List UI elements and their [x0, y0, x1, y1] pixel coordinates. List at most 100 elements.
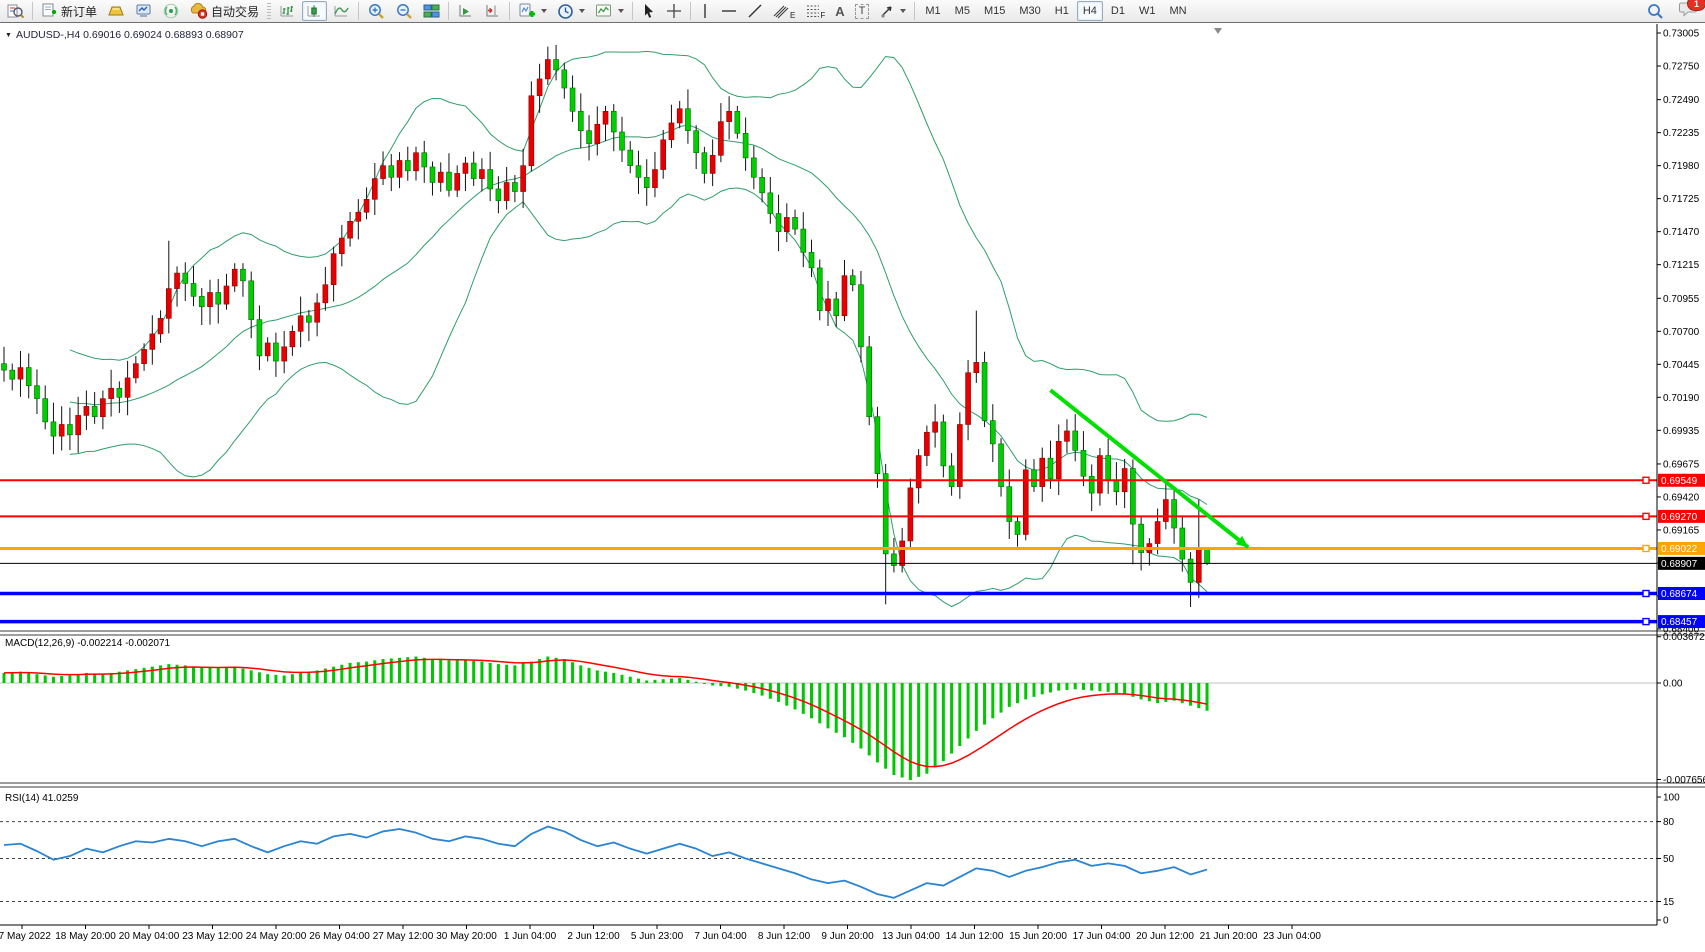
toolbar-separator — [632, 2, 633, 20]
toolbar-separator — [914, 2, 915, 20]
channel-button[interactable]: E — [769, 1, 799, 21]
svg-text:0.68674: 0.68674 — [1661, 589, 1698, 600]
indicators-caret-icon — [541, 9, 547, 13]
svg-text:26 May 04:00: 26 May 04:00 — [309, 931, 370, 942]
svg-text:0.68457: 0.68457 — [1661, 617, 1698, 628]
horizontal-level-lines[interactable] — [0, 477, 1657, 624]
arrows-icon — [879, 3, 895, 19]
deposit-button[interactable] — [103, 1, 129, 21]
svg-text:9 Jun 20:00: 9 Jun 20:00 — [821, 931, 874, 942]
toolbar-separator — [32, 2, 33, 20]
horizontal-line-icon — [721, 3, 737, 19]
label-tool-letter: T — [855, 4, 870, 19]
timeframe-m30-button[interactable]: M30 — [1013, 1, 1046, 21]
auto-scroll-button[interactable] — [453, 1, 478, 21]
svg-text:0.72235: 0.72235 — [1663, 128, 1700, 139]
svg-text:23 May 12:00: 23 May 12:00 — [182, 931, 243, 942]
zoom-in-icon — [367, 3, 385, 20]
svg-text:0.71215: 0.71215 — [1663, 260, 1700, 271]
new-order-button[interactable]: 新订单 — [37, 1, 101, 21]
svg-text:0.69420: 0.69420 — [1663, 492, 1700, 503]
tile-windows-button[interactable] — [419, 1, 444, 21]
svg-text:0.73005: 0.73005 — [1663, 29, 1700, 40]
candlestick-chart-button[interactable] — [302, 1, 327, 21]
fibonacci-icon — [805, 3, 821, 19]
horizontal-line-button[interactable] — [717, 1, 741, 21]
market-watch-button[interactable] — [3, 1, 28, 21]
svg-text:0.70190: 0.70190 — [1663, 393, 1700, 404]
notification-badge: 1 — [1687, 0, 1705, 11]
svg-text:0.69165: 0.69165 — [1663, 525, 1700, 536]
new-order-icon — [41, 3, 58, 19]
toolbar-separator — [690, 2, 691, 20]
text-label-button[interactable]: T — [851, 1, 874, 21]
svg-text:20 Jun 12:00: 20 Jun 12:00 — [1136, 931, 1194, 942]
timeframe-m1-button[interactable]: M1 — [919, 1, 946, 21]
signals-button[interactable] — [159, 1, 184, 21]
timeframe-h1-button[interactable]: H1 — [1049, 1, 1075, 21]
svg-text:7 Jun 04:00: 7 Jun 04:00 — [694, 931, 747, 942]
svg-text:0.72490: 0.72490 — [1663, 95, 1700, 106]
svg-text:21 Jun 20:00: 21 Jun 20:00 — [1200, 931, 1258, 942]
timeframe-m15-button[interactable]: M15 — [978, 1, 1011, 21]
market-watch-icon — [7, 3, 24, 19]
arrows-caret-icon — [900, 9, 906, 13]
channel-icon — [773, 3, 791, 19]
svg-text:MACD(12,26,9) -0.002214 -0.002: MACD(12,26,9) -0.002214 -0.002071 — [5, 638, 171, 649]
bar-chart-icon — [279, 3, 296, 19]
timeframe-mn-button[interactable]: MN — [1163, 1, 1192, 21]
arrows-button[interactable] — [875, 1, 910, 21]
fibonacci-letter: F — [820, 11, 825, 20]
svg-text:30 May 20:00: 30 May 20:00 — [436, 931, 497, 942]
svg-text:1 Jun 04:00: 1 Jun 04:00 — [504, 931, 557, 942]
svg-text:0.69935: 0.69935 — [1663, 426, 1700, 437]
timeframe-d1-button[interactable]: D1 — [1105, 1, 1131, 21]
periods-button[interactable] — [553, 1, 589, 21]
toolbar-separator — [509, 2, 510, 20]
autotrading-button[interactable]: 自动交易 — [186, 1, 263, 21]
templates-caret-icon — [618, 9, 624, 13]
bar-chart-button[interactable] — [275, 1, 300, 21]
zoom-in-button[interactable] — [363, 1, 389, 21]
templates-button[interactable] — [591, 1, 628, 21]
chart-canvas[interactable]: MACD(12,26,9) -0.002214 -0.002071 RSI(14)… — [0, 24, 1705, 947]
terminal-button[interactable] — [131, 1, 157, 21]
svg-text:0.70700: 0.70700 — [1663, 327, 1700, 338]
svg-text:0.71980: 0.71980 — [1663, 161, 1700, 172]
svg-text:0.70955: 0.70955 — [1663, 294, 1700, 305]
svg-text:13 Jun 04:00: 13 Jun 04:00 — [882, 931, 940, 942]
zoom-out-button[interactable] — [391, 1, 417, 21]
channel-letter: E — [790, 11, 795, 20]
svg-text:24 May 20:00: 24 May 20:00 — [246, 931, 307, 942]
svg-text:20 May 04:00: 20 May 04:00 — [119, 931, 180, 942]
auto-scroll-icon — [457, 3, 474, 19]
time-axis: 17 May 202218 May 20:0020 May 04:0023 Ma… — [0, 925, 1657, 942]
svg-text:80: 80 — [1663, 817, 1675, 828]
trendline-button[interactable] — [743, 1, 767, 21]
svg-text:23 Jun 04:00: 23 Jun 04:00 — [1263, 931, 1321, 942]
timeframe-w1-button[interactable]: W1 — [1133, 1, 1162, 21]
svg-text:AUDUSD-,H4 0.69016 0.69024 0.: AUDUSD-,H4 0.69016 0.69024 0.68893 0.689… — [16, 29, 244, 41]
crosshair-button[interactable] — [662, 1, 686, 21]
trend-arrow[interactable] — [1050, 390, 1248, 547]
svg-text:17 Jun 04:00: 17 Jun 04:00 — [1073, 931, 1131, 942]
text-button[interactable]: A — [831, 1, 848, 21]
svg-text:5 Jun 23:00: 5 Jun 23:00 — [631, 931, 684, 942]
svg-text:0.003672: 0.003672 — [1663, 632, 1705, 643]
toolbar-right-group: 1 — [1641, 0, 1699, 22]
chart-window: MACD(12,26,9) -0.002214 -0.002071 RSI(14)… — [0, 24, 1705, 947]
crosshair-icon — [666, 3, 682, 19]
indicators-button[interactable] — [514, 1, 551, 21]
cursor-button[interactable] — [637, 1, 660, 21]
search-button[interactable] — [1642, 1, 1668, 21]
line-chart-button[interactable] — [329, 1, 354, 21]
periods-caret-icon — [579, 9, 585, 13]
svg-text:RSI(14) 41.0259: RSI(14) 41.0259 — [5, 793, 79, 804]
fibonacci-button[interactable]: F — [801, 1, 829, 21]
chat-button[interactable]: 1 — [1679, 0, 1699, 22]
chart-shift-button[interactable] — [480, 1, 505, 21]
vertical-line-button[interactable] — [695, 1, 715, 21]
svg-text:0.71725: 0.71725 — [1663, 194, 1700, 205]
timeframe-h4-button[interactable]: H4 — [1077, 1, 1103, 21]
timeframe-m5-button[interactable]: M5 — [949, 1, 976, 21]
